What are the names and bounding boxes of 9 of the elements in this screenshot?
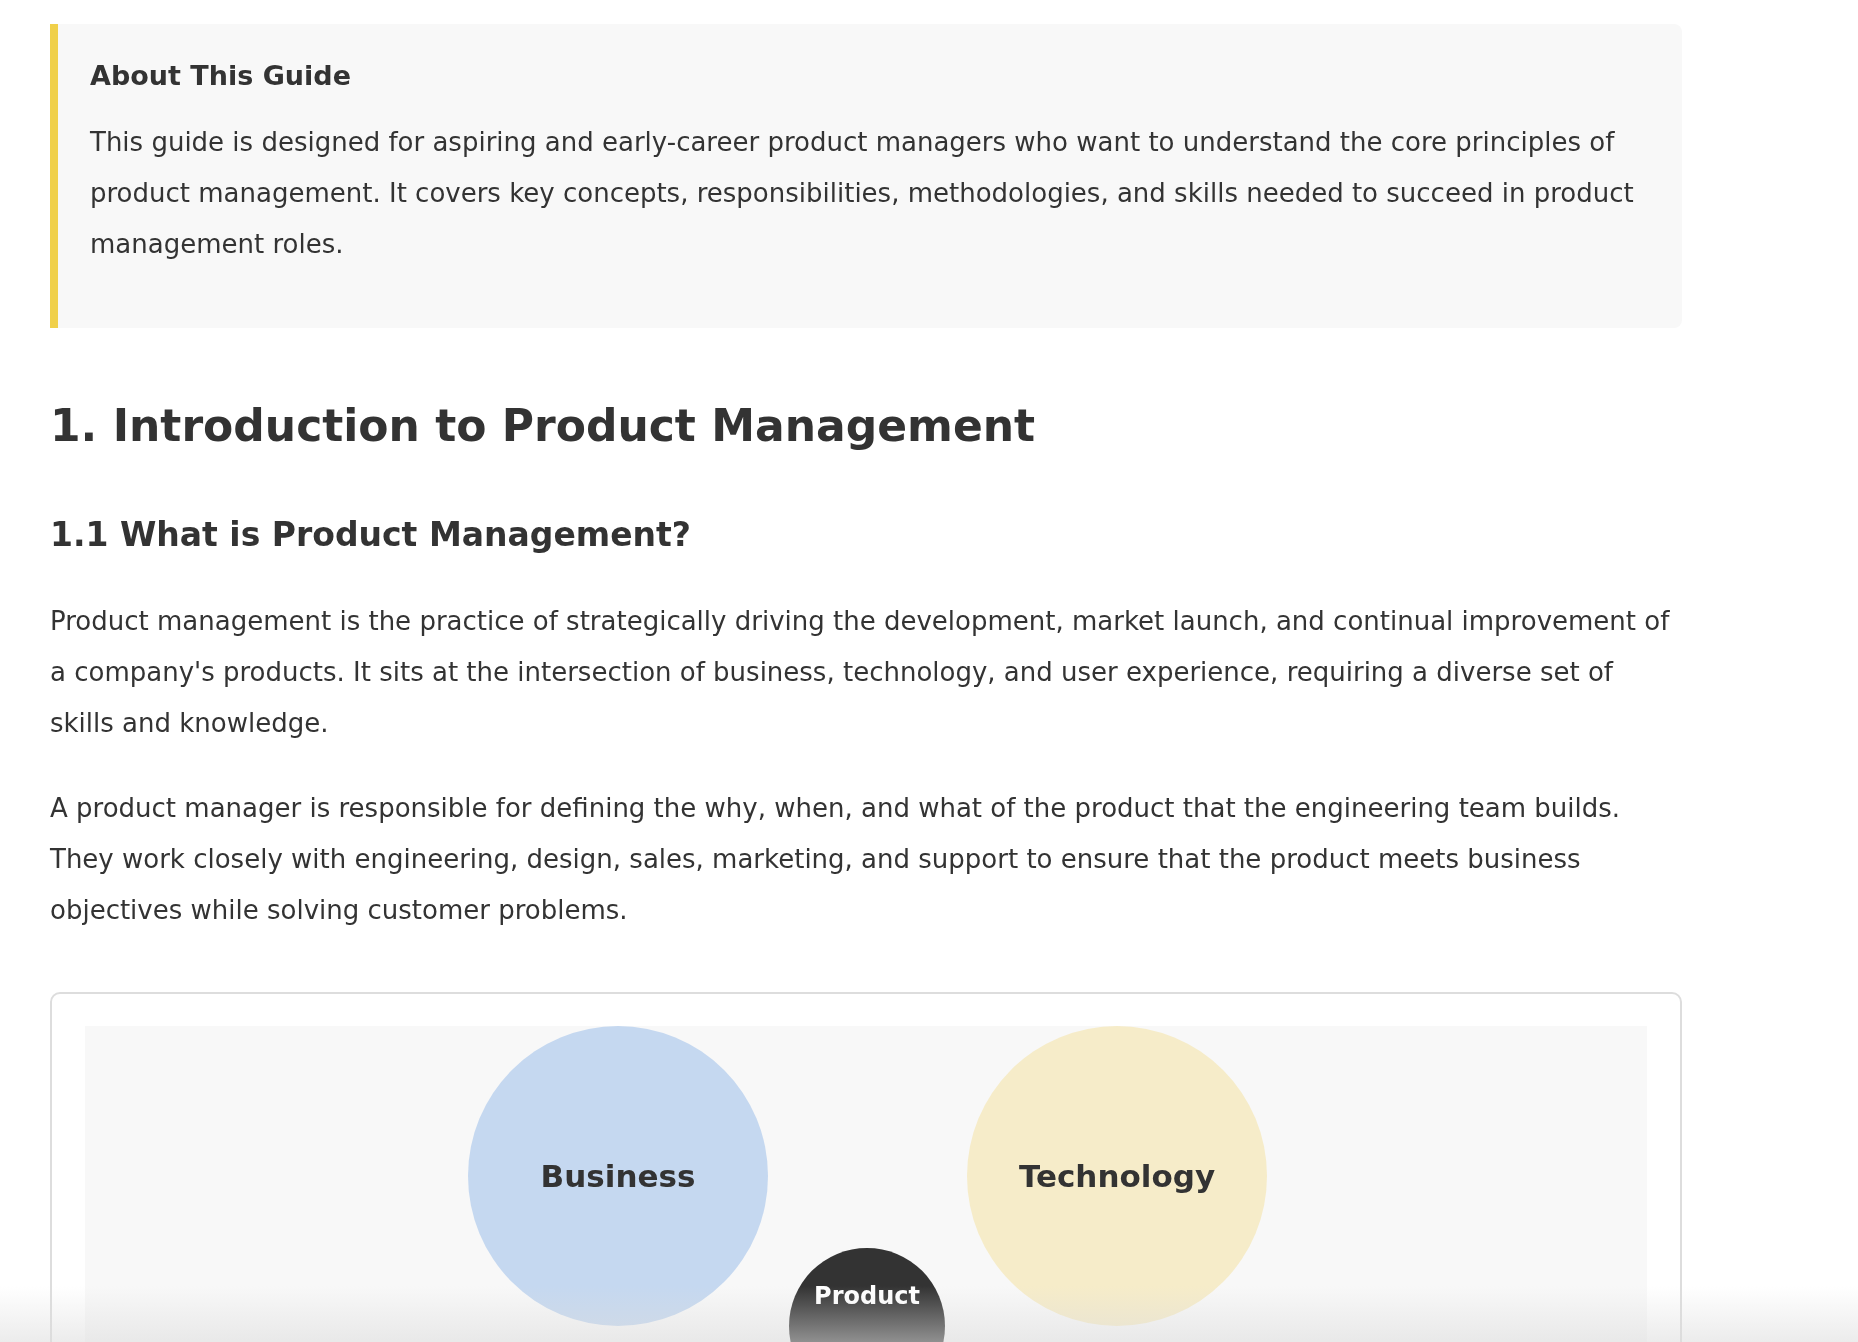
circle-label: Technology <box>1018 1158 1216 1195</box>
callout-title: About This Guide <box>90 60 352 91</box>
circle-label: Product <box>814 1282 920 1311</box>
body-paragraph: Product management is the practice of strategically driving the development, market launch, and continual improvement of a company's products. It sits at the intersection of business, technology, and user experience, requiring a diverse set of skills and knowledge. <box>50 605 1671 741</box>
body-paragraph: A product manager is responsible for defining the why, when, and what of the product that the engineering team builds. They work closely with engineering, design, sales, marketing, and support to ensure that the product meets business objectives while solving customer problems. <box>50 792 1622 928</box>
subsection-heading: 1.1 What is Product Management? <box>50 514 692 555</box>
section-heading: 1. Introduction to Product Management <box>50 400 1037 453</box>
circle-label: Business <box>540 1158 696 1195</box>
callout-text: This guide is designed for aspiring and early-career product managers who want to understand the core principles of product management. It covers key concepts, responsibilities, methodologies, and skills needed to succeed in product management roles. <box>90 126 1635 261</box>
